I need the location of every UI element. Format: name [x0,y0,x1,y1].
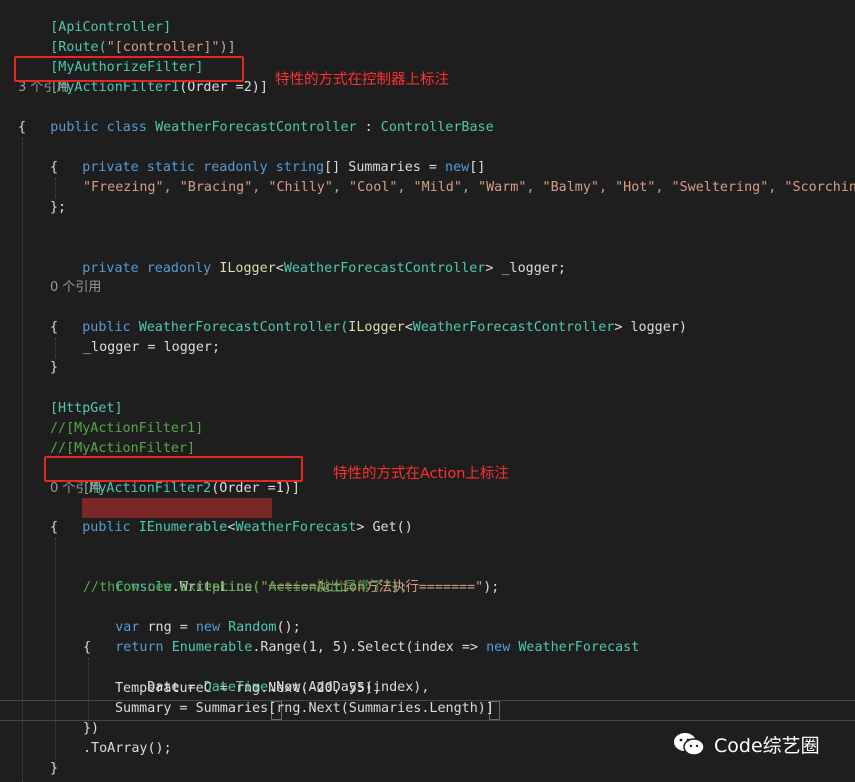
code-line[interactable]: [Route("[controller]")] [18,18,235,55]
controller-annotation-box [14,56,244,82]
code-text: [] [469,160,486,175]
class-name: Enumerable [171,640,253,655]
class-name: WeatherForecastController [283,261,486,276]
action-annotation-box [44,456,303,482]
watermark: Code综艺圈 [672,730,820,758]
code-line[interactable]: public class WeatherForecastController :… [18,98,493,135]
keyword: public class [50,120,156,135]
indent-guide [22,138,23,782]
class-name: WeatherForecast [235,520,357,535]
code-line[interactable]: { [50,318,58,338]
keyword: new [486,640,519,655]
action-annotation-text: 特性的方式在Action上标注 [333,466,509,482]
code-line[interactable]: //[MyActionFilter1] [50,419,203,439]
keyword: new [445,160,470,175]
code-line[interactable]: Console.WriteLine("======Action方法执行=====… [83,558,499,595]
code-text: > Get() [356,520,413,535]
code-line[interactable]: public WeatherForecastController(ILogger… [50,298,687,335]
code-line[interactable]: return Enumerable.Range(1, 5).Select(ind… [83,618,639,655]
interface-name: IEnumerable [138,520,228,535]
code-text: > _logger; [485,261,566,276]
code-line[interactable]: [ApiController] [18,0,171,35]
class-name: WeatherForecast [518,640,640,655]
code-line[interactable]: { [50,158,58,178]
attribute-args: (Order =2)] [179,80,268,95]
attribute-args: (Order =1)] [211,481,300,496]
code-line[interactable]: _logger = logger; [83,338,220,358]
code-text: [] Summaries = [324,160,446,175]
keyword: private static readonly string [82,160,325,175]
constructor-name: WeatherForecastController( [138,320,349,335]
code-text: > logger) [614,320,687,335]
wechat-icon [672,731,706,757]
code-line[interactable]: public IEnumerable<WeatherForecast> Get(… [50,498,413,535]
code-line[interactable]: }) [83,719,99,739]
codelens-references[interactable]: 0 个引用 [50,279,101,297]
code-line[interactable]: private readonly ILogger<WeatherForecast… [50,239,566,276]
class-name: WeatherForecastController [155,120,357,135]
keyword: public [82,520,139,535]
keyword: return [115,640,172,655]
watermark-text: Code综艺圈 [714,734,820,757]
code-line[interactable]: } [50,358,58,378]
code-line[interactable]: "Freezing", "Bracing", "Chilly", "Cool",… [83,178,855,198]
class-name: ControllerBase [380,120,494,135]
punctuation: < [404,320,413,335]
code-line[interactable]: TemperatureC = rng.Next(-20, 55), [115,679,381,699]
code-line[interactable]: Summary = Summaries[rng.Next(Summaries.L… [115,699,494,719]
attribute: [MyActionFilter2 [82,481,212,496]
punctuation: )] [219,40,236,55]
code-line[interactable]: { [50,518,58,538]
code-line[interactable]: { [18,118,26,138]
code-line[interactable]: { [83,638,91,658]
keyword: public [82,320,139,335]
indent-guide [55,538,56,768]
code-line[interactable]: var rng = new Random(); [83,598,300,635]
codelens-references[interactable]: 0 个引用 [50,480,101,498]
keyword: private readonly [82,261,220,276]
punctuation: : [356,120,381,135]
controller-annotation-text: 特性的方式在控制器上标注 [275,72,449,88]
punctuation: < [275,261,284,276]
code-line[interactable]: } [50,759,58,779]
code-line[interactable]: .ToArray(); [83,739,172,759]
code-line[interactable]: [HttpGet] [50,399,123,419]
code-line[interactable]: private static readonly string[] Summari… [50,138,485,175]
interface-name: ILogger [348,320,405,335]
code-line[interactable]: Date = DateTime.Now.AddDays(index), [115,658,429,695]
interface-name: ILogger [219,261,276,276]
code-line[interactable]: [MyAuthorizeFilter] [18,38,203,75]
code-line[interactable]: }; [50,198,66,218]
class-name: WeatherForecastController [412,320,615,335]
code-editor[interactable]: [ApiController] [Route("[controller]")] … [0,0,855,782]
code-line[interactable]: //throw new Exception("Action抛出异常了"); [83,578,408,598]
code-text: .Range(1, 5).Select(index => [252,640,487,655]
code-text: ); [483,580,500,595]
attribute: [MyActionFilter1 [50,80,180,95]
